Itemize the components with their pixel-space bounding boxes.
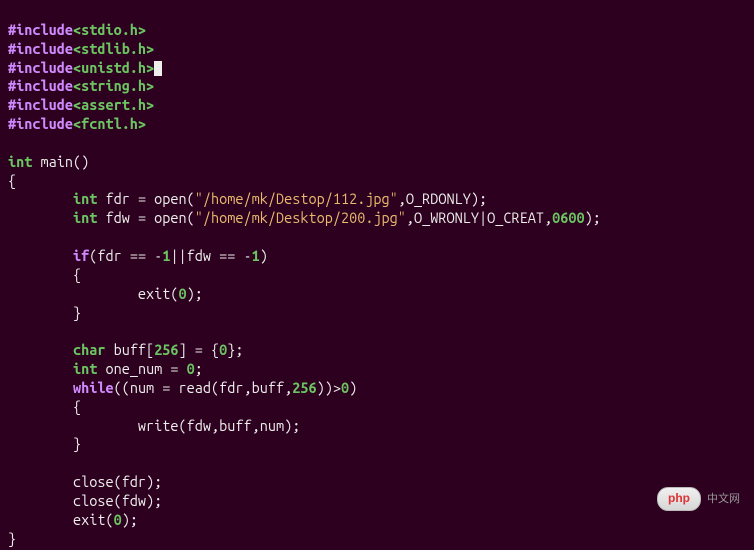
fdw-decl-a: fdw = open( xyxy=(97,209,194,226)
while-b: ))> xyxy=(317,379,341,396)
close-fdr: close(fdr); xyxy=(73,473,162,490)
preproc-include: #include xyxy=(8,59,73,76)
brace-open: { xyxy=(8,172,16,189)
write-call: write(fdw,buff,num); xyxy=(138,417,300,434)
main-decl: main() xyxy=(32,153,89,170)
type-int: int xyxy=(73,360,97,377)
header-unistd: <unistd.h> xyxy=(73,59,154,76)
type-char: char xyxy=(73,341,105,358)
text-cursor xyxy=(154,61,162,76)
num-0e: 0 xyxy=(114,511,122,528)
if-cond-b: ||fdw == - xyxy=(170,247,251,264)
fdr-path: "/home/mk/Destop/112.jpg" xyxy=(195,190,398,207)
num-0c: 0 xyxy=(187,360,195,377)
brace-open: { xyxy=(73,398,81,415)
brace-close: } xyxy=(73,304,81,321)
preproc-include: #include xyxy=(8,96,73,113)
preproc-include: #include xyxy=(8,21,73,38)
exit-a2: exit( xyxy=(73,511,114,528)
fdw-path: "/home/mk/Desktop/200.jpg" xyxy=(195,209,406,226)
type-int: int xyxy=(73,209,97,226)
buff-a: buff[ xyxy=(105,341,154,358)
num-1b: 1 xyxy=(252,247,260,264)
fdr-decl-a: fdr = open( xyxy=(97,190,194,207)
if-cond-c: ) xyxy=(260,247,268,264)
exit-b2: ); xyxy=(122,511,138,528)
header-stdio: <stdio.h> xyxy=(73,21,146,38)
code-editor: #include<stdio.h> #include<stdlib.h> #in… xyxy=(0,0,754,550)
if-cond-a: (fdr == - xyxy=(89,247,162,264)
preproc-include: #include xyxy=(8,77,73,94)
fdw-decl-c: ); xyxy=(585,209,601,226)
brace-close: } xyxy=(73,435,81,452)
exit-a: exit( xyxy=(138,285,179,302)
php-logo: php xyxy=(657,487,701,511)
preproc-include: #include xyxy=(8,40,73,57)
buff-c: }; xyxy=(227,341,243,358)
one-num-decl: one_num = xyxy=(97,360,186,377)
exit-b: ); xyxy=(187,285,203,302)
type-int: int xyxy=(8,153,32,170)
num-0: 0 xyxy=(179,285,187,302)
fdr-decl-b: ,O_RDONLY); xyxy=(398,190,487,207)
num-0d: 0 xyxy=(341,379,349,396)
kw-while: while xyxy=(73,379,114,396)
mode-num: 0600 xyxy=(552,209,584,226)
while-c: ) xyxy=(349,379,357,396)
header-stdlib: <stdlib.h> xyxy=(73,40,154,57)
while-a: ((num = read(fdr,buff, xyxy=(114,379,293,396)
type-int: int xyxy=(73,190,97,207)
brace-open: { xyxy=(73,266,81,283)
num-256: 256 xyxy=(154,341,178,358)
brace-close-main: } xyxy=(8,530,16,547)
header-fcntl: <fcntl.h> xyxy=(73,115,146,132)
preproc-include: #include xyxy=(8,115,73,132)
one-num-end: ; xyxy=(195,360,203,377)
buff-b: ] = { xyxy=(179,341,220,358)
kw-if: if xyxy=(73,247,89,264)
watermark-badge: php 中文网 xyxy=(657,487,740,511)
fdw-decl-b: ,O_WRONLY|O_CREAT, xyxy=(406,209,552,226)
badge-text: 中文网 xyxy=(707,492,740,506)
close-fdw: close(fdw); xyxy=(73,492,162,509)
header-string: <string.h> xyxy=(73,77,154,94)
num-256b: 256 xyxy=(292,379,316,396)
header-assert: <assert.h> xyxy=(73,96,154,113)
